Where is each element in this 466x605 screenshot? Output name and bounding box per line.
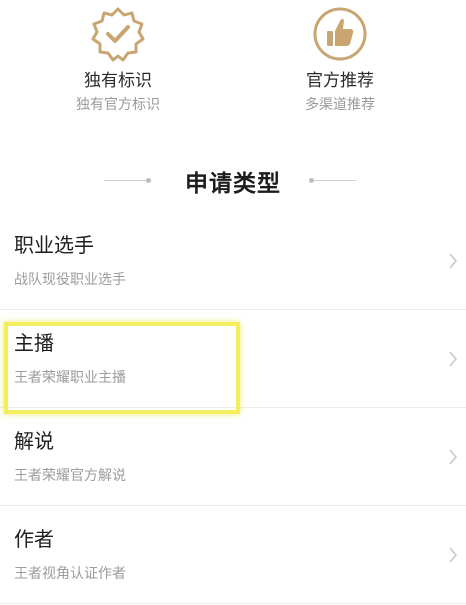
- type-description: 战队现役职业选手: [14, 272, 126, 288]
- divider-line: [314, 180, 356, 181]
- type-name: 作者: [14, 527, 54, 551]
- feature-subtitle: 多渠道推荐: [305, 97, 375, 113]
- section-title: 申请类型: [185, 171, 281, 197]
- type-description: 王者视角认证作者: [14, 566, 126, 582]
- type-item-pro-player[interactable]: 职业选手 战队现役职业选手: [0, 212, 466, 310]
- feature-subtitle: 独有官方标识: [76, 97, 160, 113]
- type-item-commentator[interactable]: 解说 王者荣耀官方解说: [0, 408, 466, 506]
- chevron-right-icon: [449, 449, 458, 465]
- type-name: 主播: [14, 331, 54, 355]
- feature-official-recommend: 官方推荐 多渠道推荐: [250, 0, 430, 114]
- type-item-streamer[interactable]: 主播 王者荣耀职业主播: [0, 310, 466, 408]
- feature-exclusive-badge: 独有标识 独有官方标识: [28, 0, 208, 114]
- application-type-list: 职业选手 战队现役职业选手 主播 王者荣耀职业主播 解说 王者荣耀官方解说 作者…: [0, 212, 466, 604]
- thumbs-up-icon: [313, 7, 367, 61]
- type-description: 王者荣耀职业主播: [14, 370, 126, 386]
- verified-badge-icon: [91, 7, 145, 62]
- type-item-author[interactable]: 作者 王者视角认证作者: [0, 506, 466, 604]
- type-name: 职业选手: [14, 233, 94, 257]
- feature-title: 官方推荐: [306, 71, 374, 91]
- chevron-right-icon: [449, 351, 458, 367]
- chevron-right-icon: [449, 547, 458, 563]
- feature-title: 独有标识: [84, 71, 152, 91]
- section-header: 申请类型: [0, 160, 466, 200]
- type-description: 王者荣耀官方解说: [14, 468, 126, 484]
- type-name: 解说: [14, 429, 54, 453]
- chevron-right-icon: [449, 253, 458, 269]
- features-row: 独有标识 独有官方标识 官方推荐 多渠道推荐: [0, 0, 466, 125]
